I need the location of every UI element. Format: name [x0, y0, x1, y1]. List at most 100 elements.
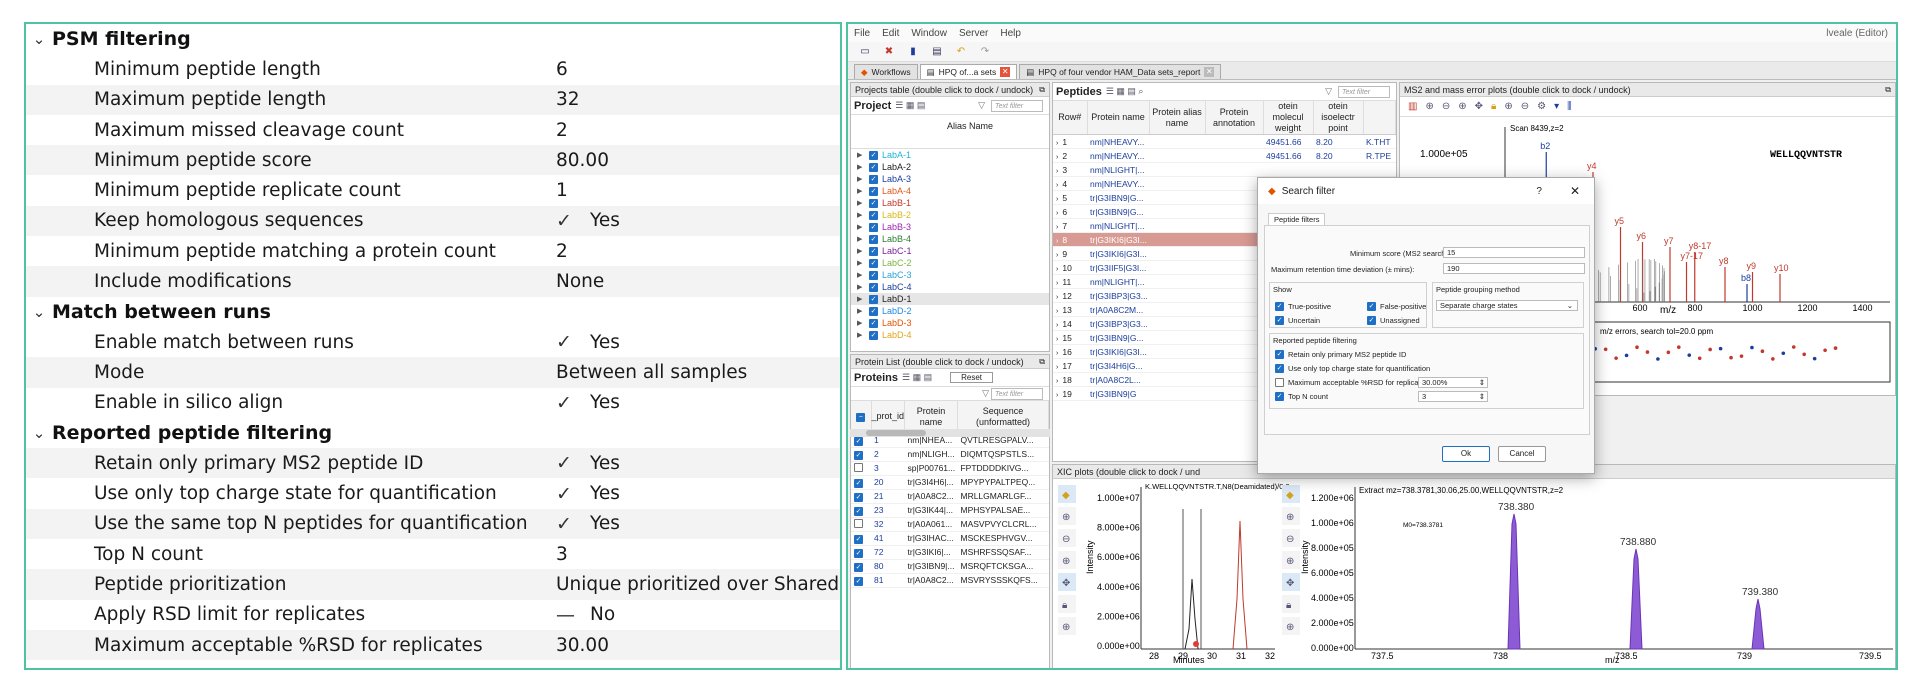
project-item[interactable]: ▶ ✓ LabD-4	[851, 329, 1049, 341]
expand-icon[interactable]: ▶	[857, 199, 865, 207]
zoom-icon[interactable]: ⊕	[1458, 101, 1466, 112]
chevron-down-icon[interactable]: ⌄	[26, 303, 52, 321]
row-checkbox[interactable]: ✓	[854, 478, 863, 488]
zoom-icon[interactable]: ⊕	[1286, 556, 1294, 567]
spectrum-icon[interactable]: ▥	[1408, 101, 1417, 112]
setting-value[interactable]: 2	[556, 241, 840, 262]
col-header[interactable]: otein isoelectr point	[1313, 101, 1364, 135]
filter-icon[interactable]: ▽	[1325, 86, 1332, 97]
setting-value[interactable]: None	[556, 271, 840, 292]
reported-checkbox[interactable]: ✓	[1275, 392, 1284, 401]
dock-icon[interactable]: ⧉	[1039, 85, 1045, 95]
expand-icon[interactable]: ▶	[857, 331, 865, 339]
row-checkbox-cell[interactable]: ✓	[851, 545, 871, 560]
scrollbar-thumb[interactable]	[866, 430, 926, 436]
tab-hpq-report[interactable]: ▤ HPQ of four vendor HAM_Data sets_report…	[1019, 64, 1222, 79]
expand-icon[interactable]: ▶	[857, 151, 865, 159]
setting-value[interactable]: Unique prioritized over Shared	[556, 574, 840, 595]
row-checkbox-cell[interactable]: ✓	[851, 447, 871, 462]
project-item[interactable]: ▶ ✓ LabC-1	[851, 245, 1049, 257]
row-checkbox[interactable]: ✓	[854, 436, 863, 446]
reported-checkbox[interactable]: ✓	[1275, 350, 1284, 359]
project-checkbox[interactable]: ✓	[869, 150, 878, 160]
row-checkbox[interactable]: ✓	[854, 562, 863, 572]
row-checkbox[interactable]: ✓	[854, 534, 863, 544]
project-checkbox[interactable]: ✓	[869, 294, 878, 304]
expand-icon[interactable]: ▶	[857, 295, 865, 303]
zoom-icon[interactable]: ⊕	[1062, 556, 1070, 567]
expand-icon[interactable]: ›	[1056, 294, 1058, 301]
row-checkbox[interactable]: ✓	[854, 450, 863, 460]
table-row[interactable]: 3 sp|P00761... FPTDDDDKIVG...	[851, 461, 1049, 476]
expand-icon[interactable]: ▶	[857, 163, 865, 171]
project-checkbox[interactable]: ✓	[869, 186, 878, 196]
menu-window[interactable]: Window	[911, 28, 947, 39]
section-header[interactable]: ⌄ Reported peptide filtering	[26, 418, 840, 448]
expand-icon[interactable]: ▶	[857, 319, 865, 327]
setting-value[interactable]: ✓ Yes	[556, 331, 840, 353]
project-item[interactable]: ▶ ✓ LabD-2	[851, 305, 1049, 317]
section-header[interactable]: ⌄ PSM filtering	[26, 24, 840, 54]
col-header[interactable]: Protein alias name	[1149, 101, 1206, 135]
row-checkbox-cell[interactable]: ✓	[851, 489, 871, 504]
chevron-down-icon[interactable]: ⌄	[26, 30, 52, 48]
setting-value[interactable]: ✓ Yes	[556, 513, 840, 535]
pan-icon[interactable]: ✥	[1062, 578, 1070, 589]
tag-icon[interactable]: ◆	[1062, 490, 1070, 501]
zoom-in-icon[interactable]: ⊕	[1504, 101, 1512, 112]
expand-icon[interactable]: ▶	[857, 259, 865, 267]
expand-icon[interactable]: ›	[1056, 308, 1058, 315]
help-icon[interactable]: ?	[1536, 186, 1542, 197]
zoom-out-icon[interactable]: ⊖	[1286, 534, 1294, 545]
row-checkbox[interactable]: ✓	[854, 506, 863, 516]
table-row[interactable]: ✓ 41 tr|G3IHAC... MSCKESPHVGV...	[851, 531, 1049, 546]
close-icon[interactable]: ✕	[1570, 184, 1580, 198]
min-score-input[interactable]: 15	[1443, 247, 1585, 258]
row-checkbox[interactable]: ✓	[854, 492, 863, 502]
expand-icon[interactable]: ›	[1056, 392, 1058, 399]
project-checkbox[interactable]: ✓	[869, 282, 878, 292]
lock-icon[interactable]: 🔒︎	[1491, 101, 1496, 112]
expand-icon[interactable]: ▶	[857, 211, 865, 219]
project-item[interactable]: ▶ ✓ LabB-3	[851, 221, 1049, 233]
row-checkbox-cell[interactable]	[851, 461, 871, 476]
project-checkbox[interactable]: ✓	[869, 258, 878, 268]
settings-icon[interactable]: ⚙	[1537, 101, 1546, 112]
expand-icon[interactable]: ›	[1056, 266, 1058, 273]
project-item[interactable]: ▶ ✓ LabC-2	[851, 257, 1049, 269]
spinner-icon[interactable]: ⇕	[1479, 378, 1485, 388]
tab-hpq-sets[interactable]: ▤ HPQ of...a sets ✕	[919, 64, 1018, 79]
filter-icon[interactable]: ▽	[982, 388, 989, 399]
setting-value[interactable]: 3	[556, 544, 840, 565]
expand-icon[interactable]: ▶	[857, 223, 865, 231]
row-checkbox-cell[interactable]	[851, 517, 871, 532]
setting-value[interactable]: 2	[556, 120, 840, 141]
reset-button[interactable]: Reset	[950, 372, 993, 383]
setting-value[interactable]: 1	[556, 180, 840, 201]
section-header[interactable]: ⌄ Match between runs	[26, 297, 840, 327]
close-tab-icon[interactable]: ✕	[1000, 67, 1011, 77]
project-item[interactable]: ▶ ✓ LabC-4	[851, 281, 1049, 293]
ok-button[interactable]: Ok	[1442, 446, 1490, 462]
dock-icon[interactable]: ⧉	[1885, 85, 1891, 95]
expand-icon[interactable]: ›	[1056, 154, 1058, 161]
expand-icon[interactable]: ›	[1056, 252, 1058, 259]
close-project-icon[interactable]: ✖	[882, 46, 896, 58]
setting-value[interactable]: 6	[556, 59, 840, 80]
row-checkbox[interactable]: ✓	[854, 548, 863, 558]
table-row[interactable]: ✓ 2 nm|NLIGH... DIQMTQSPSTLS...	[851, 447, 1049, 462]
row-checkbox-cell[interactable]: ✓	[851, 573, 871, 588]
menu-help[interactable]: Help	[1000, 28, 1021, 39]
setting-value[interactable]: ✓ Yes	[556, 392, 840, 414]
expand-icon[interactable]: ›	[1056, 336, 1058, 343]
tag-icon[interactable]: ◆	[1286, 490, 1294, 501]
bookmark-icon[interactable]: ▮	[906, 46, 920, 58]
menu-edit[interactable]: Edit	[882, 28, 899, 39]
setting-value[interactable]: — No	[556, 604, 840, 626]
zoom-in-icon[interactable]: ⊕	[1425, 101, 1433, 112]
table-row[interactable]: ✓ 81 tr|A0A8C2... MSVRYSSSKQFS...	[851, 573, 1049, 588]
project-checkbox[interactable]: ✓	[869, 234, 878, 244]
cancel-button[interactable]: Cancel	[1498, 446, 1546, 462]
xic-plots[interactable]: ◆ ⊕ ⊖ ⊕ ✥ 🔒︎ ⊕ K.WELLQQVNTSTR.T,N8(Deamidated)…	[1053, 479, 1896, 669]
dock-icon[interactable]: ⧉	[1039, 357, 1045, 367]
